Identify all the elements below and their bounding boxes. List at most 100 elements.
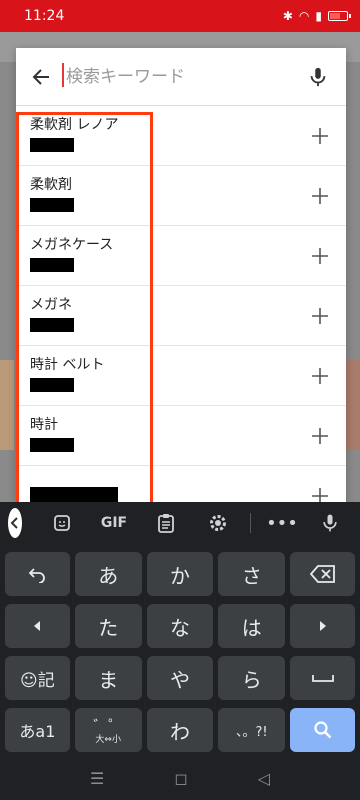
kana-key[interactable]: さ xyxy=(218,552,286,596)
status-bar: 11:24 ✱ ◠ ▮ xyxy=(0,0,360,32)
back-button[interactable] xyxy=(26,62,56,92)
home-nav-button[interactable]: ◻ xyxy=(174,769,187,788)
plus-icon xyxy=(312,127,328,144)
suggestion-item[interactable]: 柔軟剤 レノア xyxy=(16,106,346,166)
keyboard-toolbar: GIF ••• xyxy=(0,502,360,544)
kana-key[interactable]: か xyxy=(146,552,214,596)
add-to-query-button[interactable] xyxy=(306,182,334,210)
back-nav-button[interactable]: ◁ xyxy=(258,769,270,788)
toolbar-divider xyxy=(250,513,251,533)
search-icon xyxy=(313,721,331,739)
redacted-block xyxy=(30,257,74,272)
undo-icon xyxy=(29,568,46,583)
suggestion-item[interactable]: 時計 xyxy=(16,406,346,466)
suggestion-item[interactable] xyxy=(16,466,346,502)
triangle-right-icon xyxy=(319,621,326,631)
suggestion-label: メガネケース xyxy=(30,236,114,253)
text-cursor xyxy=(62,63,64,87)
redacted-block xyxy=(30,377,74,392)
suggestion-label: 柔軟剤 レノア xyxy=(30,116,119,133)
suggestion-item[interactable]: 柔軟剤 xyxy=(16,166,346,226)
background-banner-right xyxy=(346,360,360,450)
kana-key[interactable]: ま xyxy=(74,656,142,700)
plus-icon xyxy=(312,487,328,502)
keyboard-tools: GIF ••• xyxy=(36,508,353,538)
redacted-block xyxy=(30,437,74,452)
suggestion-label: 柔軟剤 xyxy=(30,176,72,193)
suggestion-item[interactable]: 時計 ベルト xyxy=(16,346,346,406)
keyboard-row: あa1 ゛゜ 大⇔小 わ 、。?! xyxy=(0,708,360,752)
search-bar xyxy=(16,48,346,106)
suggestion-label: メガネ xyxy=(30,296,72,313)
search-enter-key[interactable] xyxy=(290,708,355,752)
chevron-left-icon xyxy=(10,517,18,529)
kana-key[interactable]: た xyxy=(74,604,142,648)
space-icon xyxy=(311,675,334,682)
plus-icon xyxy=(312,187,328,204)
system-navigation-bar: ☰ ◻ ◁ xyxy=(0,756,360,800)
input-mode-key[interactable]: あa1 xyxy=(5,708,70,752)
kana-key[interactable]: な xyxy=(146,604,214,648)
triangle-left-icon xyxy=(34,621,41,631)
space-key[interactable] xyxy=(290,656,355,700)
signal-icon: ▮ xyxy=(315,9,322,23)
microphone-icon xyxy=(323,514,337,532)
emoji-symbol-key[interactable]: ☺記 xyxy=(5,656,70,700)
add-to-query-button[interactable] xyxy=(306,242,334,270)
undo-key[interactable] xyxy=(5,552,70,596)
sticker-icon xyxy=(54,515,70,531)
kana-key[interactable]: は xyxy=(218,604,286,648)
kana-key[interactable]: あ xyxy=(74,552,142,596)
redacted-block xyxy=(30,487,118,502)
cursor-left-key[interactable] xyxy=(5,604,70,648)
kana-key[interactable]: わ xyxy=(146,708,214,752)
plus-icon xyxy=(312,427,328,444)
add-to-query-button[interactable] xyxy=(306,422,334,450)
add-to-query-button[interactable] xyxy=(306,362,334,390)
backspace-key[interactable] xyxy=(290,552,355,596)
plus-icon xyxy=(312,247,328,264)
settings-button[interactable] xyxy=(192,508,244,538)
soft-keyboard: GIF ••• あ か さ た な は ☺記 ま や ら あa1 ゛゜ 大⇔小 … xyxy=(0,502,360,800)
punctuation-key[interactable]: 、。?! xyxy=(218,708,286,752)
keyboard-voice-button[interactable] xyxy=(307,512,353,534)
microphone-icon xyxy=(310,67,326,86)
backspace-icon xyxy=(309,565,335,583)
add-to-query-button[interactable] xyxy=(306,482,334,502)
keyboard-collapse-button[interactable] xyxy=(8,508,22,538)
dakuten-sub-label: 大⇔小 xyxy=(95,735,121,745)
suggestion-item[interactable]: メガネケース xyxy=(16,226,346,286)
search-suggestion-dialog: 柔軟剤 レノア 柔軟剤 メガネケース メガネ 時計 ベルト 時計 xyxy=(16,48,346,502)
suggestion-list: 柔軟剤 レノア 柔軟剤 メガネケース メガネ 時計 ベルト 時計 xyxy=(16,106,346,502)
plus-icon xyxy=(312,367,328,384)
suggestion-item[interactable]: メガネ xyxy=(16,286,346,346)
cursor-right-key[interactable] xyxy=(290,604,355,648)
status-time: 11:24 xyxy=(24,8,65,24)
wifi-icon: ◠ xyxy=(298,9,310,23)
plus-icon xyxy=(312,307,328,324)
add-to-query-button[interactable] xyxy=(306,122,334,150)
kana-key[interactable]: ら xyxy=(218,656,286,700)
kana-key[interactable]: や xyxy=(146,656,214,700)
suggestion-label: 時計 xyxy=(30,416,58,433)
redacted-block xyxy=(30,137,74,152)
clipboard-icon xyxy=(158,514,174,533)
clipboard-button[interactable] xyxy=(140,508,192,538)
sticker-button[interactable] xyxy=(36,508,88,538)
keyboard-row: ☺記 ま や ら xyxy=(0,656,360,700)
gear-icon xyxy=(210,515,226,531)
status-icons: ✱ ◠ ▮ xyxy=(283,9,351,23)
menu-nav-button[interactable]: ☰ xyxy=(90,769,104,788)
redacted-block xyxy=(30,197,74,212)
voice-search-button[interactable] xyxy=(300,59,336,95)
add-to-query-button[interactable] xyxy=(306,302,334,330)
search-input[interactable] xyxy=(66,66,300,87)
battery-icon xyxy=(328,11,351,21)
dakuten-label: ゛゜ xyxy=(93,717,124,735)
more-options-button[interactable]: ••• xyxy=(257,513,307,534)
dakuten-key[interactable]: ゛゜ 大⇔小 xyxy=(74,708,142,752)
gif-button[interactable]: GIF xyxy=(88,508,140,538)
suggestion-label: 時計 ベルト xyxy=(30,356,105,373)
keyboard-row: た な は xyxy=(0,604,360,648)
back-arrow-icon xyxy=(32,68,49,85)
